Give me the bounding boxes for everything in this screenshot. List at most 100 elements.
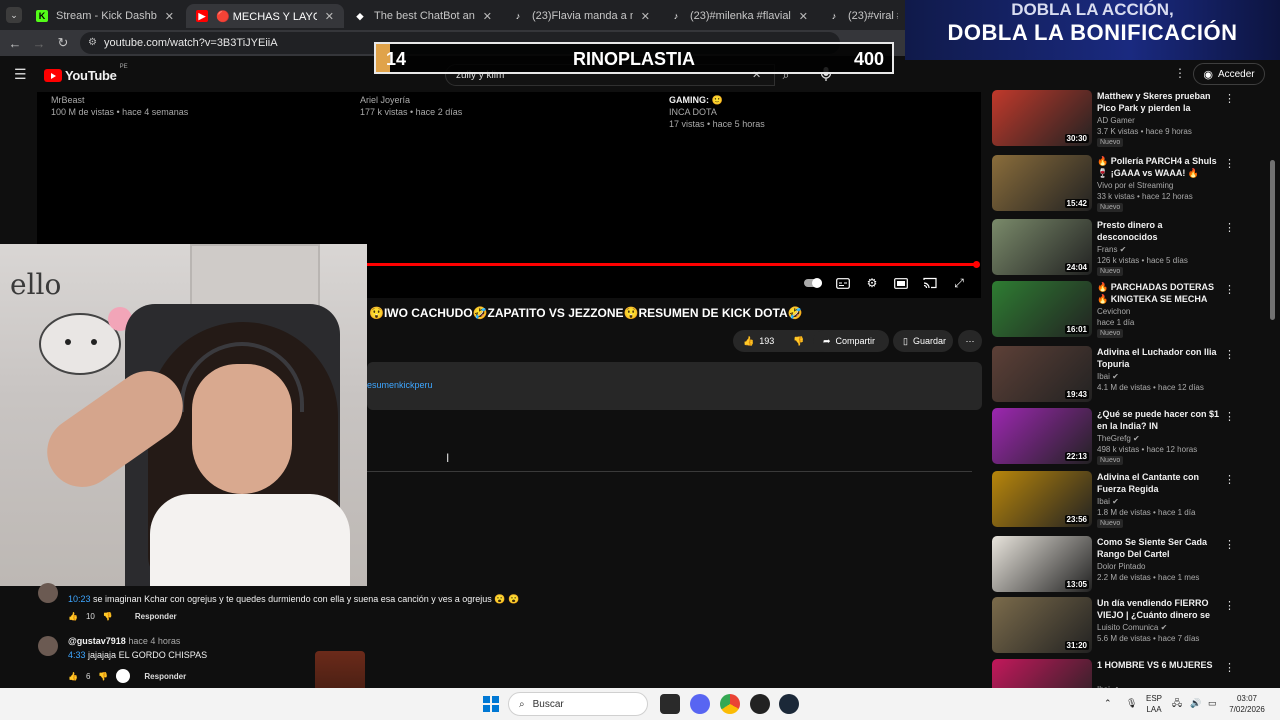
related-video-item[interactable]: 30:30 Matthew y Skeres prueban Pico Park …: [992, 90, 1252, 148]
video-title[interactable]: Adivina el Luchador con Ilia Topuria: [1097, 346, 1221, 370]
related-video-item[interactable]: 22:13 ¿Qué se puede hacer con $1 en la In…: [992, 408, 1252, 466]
related-video-item[interactable]: 31:20 Un día vendiendo FIERRO VIEJO | ¿Cu…: [992, 597, 1252, 655]
channel-name[interactable]: Vivo por el Streaming: [1097, 181, 1173, 190]
channel-name[interactable]: Ibai ✔: [1097, 372, 1119, 381]
endscreen-card[interactable]: GAMING: 🙂 INCA DOTA 17 vistas • hace 5 h…: [669, 94, 765, 130]
video-thumbnail[interactable]: 30:30: [992, 90, 1092, 146]
sign-in-button[interactable]: ◉ Acceder: [1193, 63, 1265, 85]
video-title[interactable]: Como Se Siente Ser Cada Rango Del Cartel: [1097, 536, 1221, 560]
more-options-icon[interactable]: ⋮: [1224, 348, 1235, 361]
video-title[interactable]: 1 HOMBRE VS 6 MUJERES: [1097, 659, 1221, 671]
share-button[interactable]: ➦ Compartir: [813, 330, 889, 352]
description-box[interactable]: [367, 362, 982, 410]
avatar[interactable]: [38, 583, 58, 603]
close-icon[interactable]: ✕: [799, 10, 808, 23]
more-options-icon[interactable]: ⋮: [1224, 410, 1235, 423]
site-info-icon[interactable]: ⚙: [88, 37, 97, 48]
settings-icon[interactable]: ⚙: [863, 276, 881, 290]
avatar[interactable]: [38, 636, 58, 656]
browser-tab-youtube[interactable]: ▶ 🔴 MECHAS Y LAYC4S 🔥 KINGT ✕: [186, 4, 344, 28]
more-options-icon[interactable]: ⋮: [1224, 538, 1235, 551]
video-thumbnail[interactable]: 22:13: [992, 408, 1092, 464]
subtitles-icon[interactable]: [834, 276, 852, 290]
close-icon[interactable]: ✕: [325, 10, 334, 23]
autoplay-toggle-icon[interactable]: [804, 276, 822, 290]
more-options-icon[interactable]: ⋮: [1224, 92, 1235, 105]
browser-tab-kick[interactable]: K Stream - Kick Dashboard ✕: [26, 4, 184, 28]
browser-tab-tiktok-3[interactable]: ♪ (23)#viral #parati: [818, 4, 908, 28]
related-video-item[interactable]: 24:04 Presto dinero a desconocidos Frans ✔…: [992, 219, 1252, 277]
more-options-icon[interactable]: ⋮: [1224, 221, 1235, 234]
browser-tab-tiktok-2[interactable]: ♪ (23)#milenka #flavialaos #fyp # ✕: [660, 4, 818, 28]
more-options-icon[interactable]: ⋮: [1224, 157, 1235, 170]
scrollbar[interactable]: [1270, 160, 1275, 320]
more-options-icon[interactable]: ⋮: [1224, 283, 1235, 296]
tab-search-button[interactable]: ⌄: [6, 7, 22, 23]
video-title[interactable]: Un día vendiendo FIERRO VIEJO | ¿Cuánto …: [1097, 597, 1221, 621]
dislike-icon[interactable]: 👎: [103, 612, 113, 621]
back-icon[interactable]: ←: [6, 34, 24, 52]
taskbar-search[interactable]: ⌕ Buscar: [508, 692, 648, 716]
browser-tab-botrix[interactable]: ◆ The best ChatBot and Widgets ✕: [344, 4, 502, 28]
dislike-icon[interactable]: 👎: [98, 672, 108, 681]
forward-icon[interactable]: →: [30, 34, 48, 52]
microphone-icon[interactable]: 🎙: [1126, 698, 1137, 709]
comment-author[interactable]: @gustav7918: [68, 636, 126, 646]
progress-scrubber[interactable]: [973, 261, 980, 268]
menu-icon[interactable]: ☰: [14, 66, 27, 83]
video-title[interactable]: Adivina el Cantante con Fuerza Regida: [1097, 471, 1221, 495]
more-options-icon[interactable]: ⋮: [1224, 473, 1235, 486]
video-thumbnail[interactable]: 13:05: [992, 536, 1092, 592]
clock[interactable]: 03:07 7/02/2026: [1222, 693, 1272, 715]
video-thumbnail[interactable]: 24:04: [992, 219, 1092, 275]
close-icon[interactable]: ✕: [641, 10, 650, 23]
video-thumbnail[interactable]: 16:01: [992, 281, 1092, 337]
endscreen-card[interactable]: Ariel Joyería 177 k vistas • hace 2 días: [360, 94, 462, 118]
video-title[interactable]: Presto dinero a desconocidos: [1097, 219, 1221, 243]
battery-icon[interactable]: ▭: [1208, 698, 1217, 709]
cast-icon[interactable]: [921, 276, 939, 290]
reply-button[interactable]: Responder: [144, 672, 186, 681]
reload-icon[interactable]: ↻: [54, 34, 72, 52]
more-options-icon[interactable]: ⋮: [1174, 66, 1186, 80]
video-thumbnail[interactable]: 15:42: [992, 155, 1092, 211]
network-icon[interactable]: 🖧: [1172, 698, 1182, 709]
video-title[interactable]: Matthew y Skeres prueban Pico Park y pie…: [1097, 90, 1221, 114]
save-button[interactable]: ▯ Guardar: [893, 330, 953, 352]
video-progress-bar[interactable]: [367, 263, 979, 266]
obs-icon[interactable]: [750, 694, 770, 714]
channel-name[interactable]: AD Gamer: [1097, 116, 1135, 125]
file-manager-icon[interactable]: [660, 694, 680, 714]
channel-name[interactable]: Ibai ✔: [1097, 497, 1119, 506]
video-thumbnail[interactable]: 19:43: [992, 346, 1092, 402]
video-title[interactable]: 🔥 Pollería PARCH4 a Shuls 🍷 ¡GAAA vs WAA…: [1097, 155, 1221, 179]
related-video-item[interactable]: 23:56 Adivina el Cantante con Fuerza Regi…: [992, 471, 1252, 529]
channel-name[interactable]: Luisito Comunica ✔: [1097, 623, 1167, 632]
comment-timestamp-link[interactable]: 4:33: [68, 650, 86, 660]
comment-timestamp-link[interactable]: 10:23: [68, 594, 91, 604]
close-icon[interactable]: ✕: [165, 10, 174, 23]
like-icon[interactable]: 👍: [743, 336, 754, 347]
related-video-item[interactable]: 16:01 🔥 PARCHADAS DOTERAS 🔥 KINGTEKA SE M…: [992, 281, 1252, 339]
more-options-icon[interactable]: ⋮: [1224, 661, 1235, 674]
volume-icon[interactable]: 🔊: [1190, 698, 1201, 709]
reply-button[interactable]: Responder: [135, 612, 177, 621]
windows-start-icon[interactable]: [483, 696, 499, 712]
channel-name[interactable]: Dolor Pintado: [1097, 562, 1145, 571]
like-icon[interactable]: 👍: [68, 672, 78, 681]
video-thumbnail[interactable]: 31:20: [992, 597, 1092, 653]
dislike-icon[interactable]: 👎: [793, 336, 804, 347]
browser-tab-tiktok-1[interactable]: ♪ (23)Flavia manda a milenka a c ✕: [502, 4, 660, 28]
steam-icon[interactable]: [779, 694, 799, 714]
video-thumbnail[interactable]: 23:56: [992, 471, 1092, 527]
miniplayer-icon[interactable]: [892, 276, 910, 290]
video-title[interactable]: ¿Qué se puede hacer con $1 en la India? …: [1097, 408, 1221, 432]
youtube-logo[interactable]: YouTube PE: [44, 64, 128, 83]
like-icon[interactable]: 👍: [68, 612, 78, 621]
related-video-item[interactable]: 19:43 Adivina el Luchador con Ilia Topuri…: [992, 346, 1252, 404]
channel-name[interactable]: Frans ✔: [1097, 245, 1126, 254]
video-title[interactable]: 🔥 PARCHADAS DOTERAS 🔥 KINGTEKA SE MECHA …: [1097, 281, 1221, 305]
channel-name[interactable]: Cevichon: [1097, 307, 1130, 316]
description-link[interactable]: esumenkickperu: [367, 380, 433, 390]
channel-name[interactable]: TheGrefg ✔: [1097, 434, 1140, 443]
